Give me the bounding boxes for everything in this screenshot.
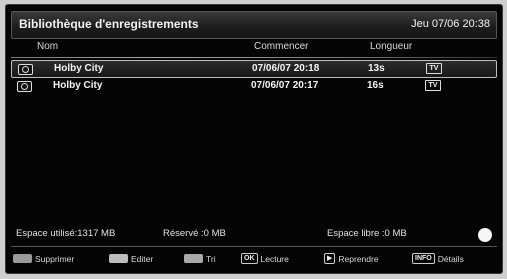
- column-header-name[interactable]: Nom: [37, 41, 58, 52]
- play-key-icon: ▶: [324, 253, 336, 265]
- space-free: Espace libre :0 MB: [327, 228, 407, 239]
- recording-start: 07/06/07 20:18: [252, 63, 320, 74]
- space-reserved: Réservé :0 MB: [163, 228, 226, 239]
- recording-name: Holby City: [54, 63, 104, 74]
- clock-datetime: Jeu 07/06 20:38: [411, 18, 490, 30]
- resume-button[interactable]: ▶ Reprendre: [324, 253, 379, 267]
- tv-icon: TV: [425, 80, 441, 91]
- recordings-library-screen: Bibliothèque d'enregistrements Jeu 07/06…: [5, 4, 503, 274]
- recording-row[interactable]: Holby City 07/06/07 20:17 16s TV: [11, 78, 497, 94]
- recording-icon: [17, 81, 32, 92]
- column-headers: Nom Commencer Longueur: [11, 41, 497, 55]
- edit-label: Editer: [131, 253, 154, 264]
- recording-length: 13s: [368, 63, 385, 74]
- sort-button[interactable]: Tri: [184, 253, 216, 267]
- button-legend: Supprimer Editer Tri OK Lecture ▶ Reprendr…: [11, 253, 497, 269]
- column-header-length[interactable]: Longueur: [370, 41, 412, 52]
- details-label: Détails: [437, 253, 464, 264]
- page-title: Bibliothèque d'enregistrements: [19, 17, 199, 31]
- recording-name: Holby City: [53, 80, 103, 91]
- green-key-icon: [109, 254, 128, 264]
- recording-icon: [18, 64, 33, 75]
- delete-label: Supprimer: [35, 253, 75, 264]
- delete-button[interactable]: Supprimer: [13, 253, 74, 267]
- title-bar: Bibliothèque d'enregistrements Jeu 07/06…: [11, 11, 497, 39]
- storage-status: Espace utilisé:1317 MB Réservé :0 MB Esp…: [11, 228, 497, 242]
- tv-icon: TV: [426, 63, 442, 74]
- recording-row-selected[interactable]: Holby City 07/06/07 20:18 13s TV: [11, 60, 497, 78]
- column-header-start[interactable]: Commencer: [254, 41, 308, 52]
- details-button[interactable]: INFO Détails: [412, 253, 464, 267]
- red-key-icon: [13, 254, 32, 264]
- disk-usage-indicator-icon: [478, 228, 492, 242]
- sort-label: Tri: [206, 253, 216, 264]
- recording-length: 16s: [367, 80, 384, 91]
- yellow-key-icon: [184, 254, 203, 264]
- edit-button[interactable]: Editer: [109, 253, 153, 267]
- play-button[interactable]: OK Lecture: [241, 253, 289, 267]
- space-used: Espace utilisé:1317 MB: [16, 228, 116, 239]
- footer-divider: [11, 246, 497, 247]
- resume-label: Reprendre: [338, 253, 379, 264]
- header-divider: [11, 57, 497, 58]
- recording-start: 07/06/07 20:17: [251, 80, 319, 91]
- play-label: Lecture: [260, 253, 289, 264]
- ok-key-icon: OK: [241, 253, 258, 265]
- info-key-icon: INFO: [412, 253, 435, 265]
